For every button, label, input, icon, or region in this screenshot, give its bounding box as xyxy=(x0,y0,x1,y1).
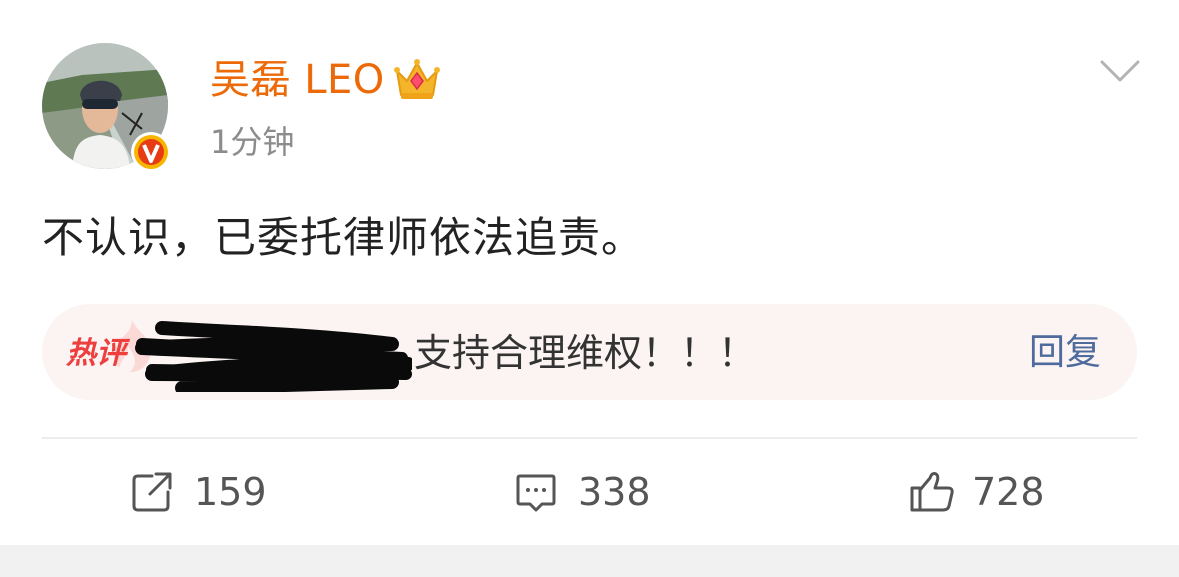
chevron-down-icon[interactable] xyxy=(1098,56,1142,86)
post-text: 不认识，已委托律师依法追责。 xyxy=(42,213,645,262)
repost-count: 159 xyxy=(194,470,267,514)
hot-comment[interactable]: 热评 支持合理维权！！！ 回复 xyxy=(42,304,1137,400)
hot-tag-label: 热评 xyxy=(66,336,126,371)
weibo-post-card: 吴磊 LEO 1分钟 不认识，已委托律师依法追责。 热评 支持合理维权！！！ 回… xyxy=(0,0,1179,545)
comment-bubble-icon xyxy=(514,470,558,514)
verified-v-icon xyxy=(130,131,172,173)
feed-separator xyxy=(0,545,1179,577)
username[interactable]: 吴磊 LEO xyxy=(210,52,385,108)
like-count: 728 xyxy=(972,470,1045,514)
post-timestamp: 1分钟 xyxy=(210,123,295,161)
redaction-scribble xyxy=(135,321,412,392)
username-row: 吴磊 LEO xyxy=(210,52,441,108)
share-icon xyxy=(130,470,174,514)
crown-icon[interactable] xyxy=(393,57,441,103)
comment-count: 338 xyxy=(578,470,651,514)
reply-button[interactable]: 回复 xyxy=(1029,328,1101,378)
avatar[interactable] xyxy=(42,43,171,172)
comment-button[interactable]: 338 xyxy=(514,466,651,518)
hot-comment-text: 支持合理维权！！！ xyxy=(414,331,757,375)
like-button[interactable]: 728 xyxy=(908,466,1045,518)
divider xyxy=(42,437,1137,439)
thumbs-up-icon xyxy=(908,470,954,514)
repost-button[interactable]: 159 xyxy=(130,466,267,518)
